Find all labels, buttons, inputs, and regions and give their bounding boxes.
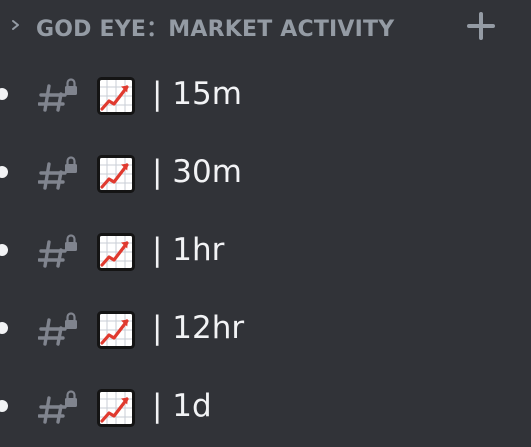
chart-increasing-emoji xyxy=(97,155,135,193)
channel-name[interactable]: | 1hr xyxy=(152,230,224,270)
unread-indicator xyxy=(0,400,8,412)
locked-text-channel-icon xyxy=(37,231,80,271)
chart-increasing-emoji xyxy=(97,311,135,349)
chart-increasing-emoji xyxy=(97,389,135,427)
locked-text-channel-icon xyxy=(37,153,80,193)
locked-text-channel-icon xyxy=(37,309,80,349)
locked-text-channel-icon xyxy=(37,75,80,115)
chevron-right-icon[interactable] xyxy=(8,15,24,35)
plus-icon[interactable] xyxy=(466,11,496,41)
channel-item[interactable]: | 30m xyxy=(0,142,531,202)
chart-increasing-emoji xyxy=(97,77,135,115)
channel-item[interactable]: | 1d xyxy=(0,376,531,436)
unread-indicator xyxy=(0,244,8,256)
channel-item[interactable]: | 12hr xyxy=(0,298,531,358)
channel-item[interactable]: | 1hr xyxy=(0,220,531,280)
unread-indicator xyxy=(0,166,8,178)
channel-name[interactable]: | 15m xyxy=(152,74,242,114)
locked-text-channel-icon xyxy=(37,387,80,427)
category-header[interactable]: GOD EYE：MARKET ACTIVITY xyxy=(0,0,531,50)
unread-indicator xyxy=(0,88,8,100)
channel-name[interactable]: | 1d xyxy=(152,386,212,426)
chart-increasing-emoji xyxy=(97,233,135,271)
unread-indicator xyxy=(0,322,8,334)
channel-name[interactable]: | 30m xyxy=(152,152,242,192)
category-title[interactable]: GOD EYE：MARKET ACTIVITY xyxy=(36,11,394,43)
channel-name[interactable]: | 12hr xyxy=(152,308,244,348)
channel-item[interactable]: | 15m xyxy=(0,64,531,124)
